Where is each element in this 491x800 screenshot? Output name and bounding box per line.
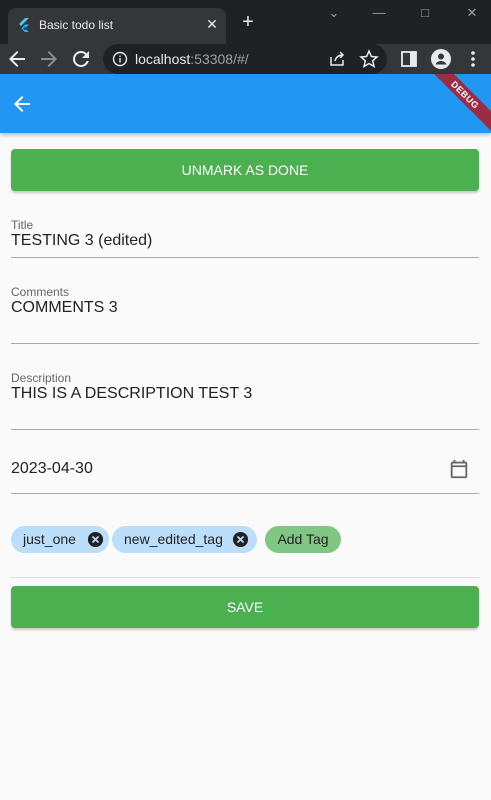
title-value: TESTING 3 (edited)	[11, 232, 153, 249]
browser-tab-strip: Basic todo list ✕ + ⌄ — □ ✕	[0, 0, 491, 44]
app-bar: DEBUG	[0, 74, 491, 133]
side-panel-icon[interactable]	[399, 49, 419, 69]
debug-banner: DEBUG	[424, 74, 491, 133]
cancel-circle-icon[interactable]	[87, 531, 104, 548]
close-window-icon[interactable]: ✕	[460, 5, 484, 21]
date-field[interactable]: 2023-04-30	[11, 458, 479, 494]
tag-chip[interactable]: new_edited_tag	[112, 526, 257, 553]
address-bar[interactable]: localhost:53308/#/	[103, 44, 387, 74]
add-tag-button[interactable]: Add Tag	[265, 526, 341, 553]
chevron-down-icon[interactable]: ⌄	[322, 5, 346, 21]
comments-label: Comments	[11, 285, 70, 299]
flutter-icon	[19, 18, 29, 32]
star-icon[interactable]	[359, 49, 379, 69]
share-icon[interactable]	[327, 49, 347, 69]
save-button[interactable]: SAVE	[11, 586, 479, 628]
arrow-back-icon[interactable]	[5, 47, 29, 71]
kebab-menu-icon[interactable]	[463, 49, 483, 69]
profile-icon[interactable]	[431, 49, 451, 69]
tag-chip-label: just_one	[23, 531, 76, 547]
url-host: localhost	[135, 51, 191, 67]
reload-icon[interactable]	[69, 47, 93, 71]
new-tab-button[interactable]: +	[238, 12, 258, 32]
close-tab-icon[interactable]: ✕	[202, 14, 222, 34]
tag-chip-label: new_edited_tag	[124, 531, 223, 547]
arrow-forward-icon[interactable]	[37, 47, 61, 71]
divider	[11, 577, 479, 578]
url-text: localhost:53308/#/	[135, 51, 249, 67]
tag-chip[interactable]: just_one	[11, 526, 109, 553]
comments-value: COMMENTS 3	[11, 299, 118, 316]
description-field[interactable]: Description THIS IS A DESCRIPTION TEST 3	[11, 371, 479, 430]
tab-title: Basic todo list	[39, 18, 114, 32]
info-icon[interactable]	[112, 51, 128, 67]
url-path: :53308/#/	[190, 51, 249, 67]
browser-tab[interactable]: Basic todo list ✕	[8, 8, 226, 44]
browser-toolbar: localhost:53308/#/	[0, 44, 491, 74]
title-field[interactable]: Title TESTING 3 (edited)	[11, 218, 479, 258]
comments-field[interactable]: Comments COMMENTS 3	[11, 285, 479, 344]
title-label: Title	[11, 218, 34, 232]
description-label: Description	[11, 371, 72, 385]
cancel-circle-icon[interactable]	[232, 531, 249, 548]
unmark-done-button[interactable]: UNMARK AS DONE	[11, 149, 479, 191]
arrow-back-icon[interactable]	[10, 92, 34, 116]
description-value: THIS IS A DESCRIPTION TEST 3	[11, 385, 253, 402]
date-value: 2023-04-30	[11, 460, 93, 477]
calendar-icon[interactable]	[448, 458, 470, 480]
maximize-icon[interactable]: □	[413, 5, 437, 21]
minimize-icon[interactable]: —	[367, 5, 391, 21]
